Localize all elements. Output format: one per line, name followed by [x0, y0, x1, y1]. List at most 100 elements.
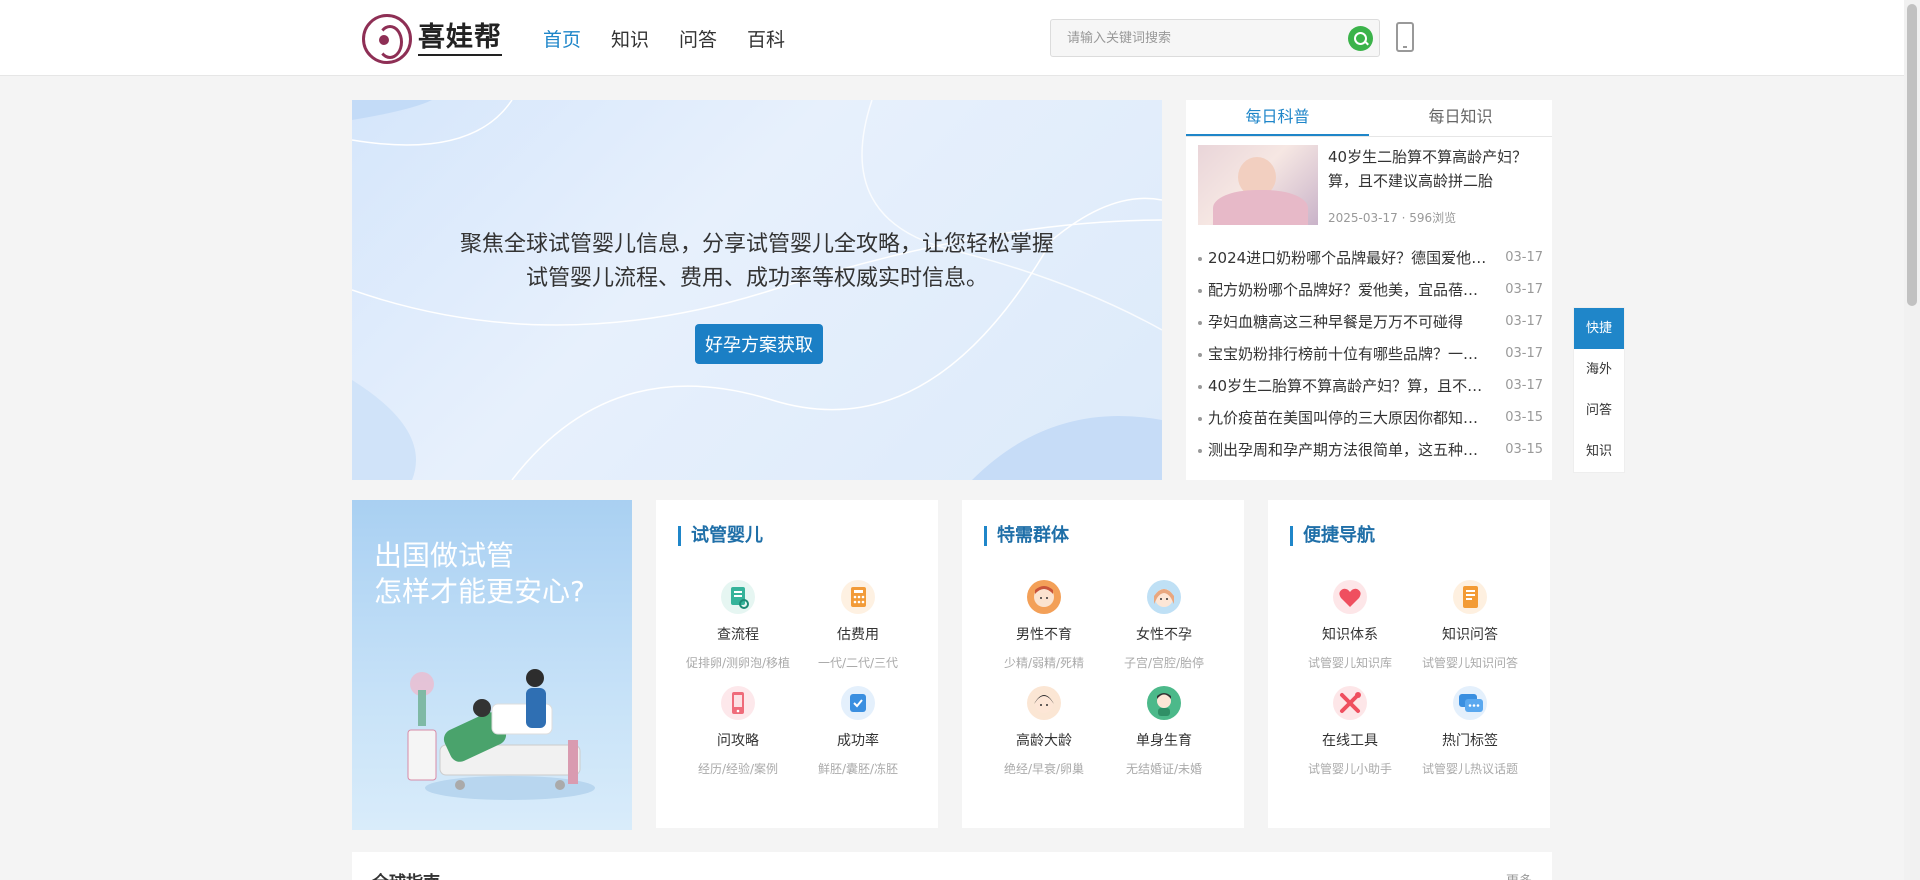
search-icon[interactable] — [1348, 26, 1373, 51]
daily-tabs: 每日科普 每日知识 — [1186, 100, 1552, 137]
section-title: 全球指南 — [372, 868, 440, 880]
featured-article-title[interactable]: 40岁生二胎算不算高龄产妇？算，且不建议高龄拼二胎 — [1328, 145, 1548, 193]
grid-item-female-infertility[interactable]: 女性不孕 子宫/宫腔/胎停 — [1104, 580, 1224, 672]
featured-article-date: 2025-03-17 — [1328, 211, 1398, 225]
quick-nav-overseas[interactable]: 海外 — [1574, 349, 1624, 390]
card-grid: 查流程 促排卵/测卵泡/移植 估费用 一代/二代/三代 问攻略 经历/经验/案例… — [678, 580, 918, 778]
grid-item-name: 热门标签 — [1442, 733, 1498, 749]
single-avatar-icon — [1147, 686, 1181, 720]
grid-item-sub: 绝经/早衰/卵巢 — [1003, 762, 1085, 776]
list-item-title[interactable]: 2024进口奶粉哪个品牌最好？德国爱他美、美赞臣 — [1208, 242, 1488, 274]
grid-item-sub: 一代/二代/三代 — [817, 656, 899, 670]
tools-icon — [1333, 686, 1367, 720]
list-item-title[interactable]: 测出孕周和孕产期方法很简单，这五种方法要收藏 — [1208, 434, 1488, 466]
grid-item-single-parenting[interactable]: 单身生育 无结婚证/未婚 — [1104, 686, 1224, 778]
grid-item-hot-tags[interactable]: 热门标签 试管婴儿热议话题 — [1410, 686, 1530, 778]
quick-nav-shortcut[interactable]: 快捷 — [1574, 308, 1624, 349]
hero-headline: 聚焦全球试管婴儿信息，分享试管婴儿全攻略，让您轻松掌握 试管婴儿流程、费用、成功… — [352, 228, 1162, 296]
grid-item-sub: 少精/弱精/死精 — [1003, 656, 1085, 670]
list-item[interactable]: 宝宝奶粉排行榜前十位有哪些品牌？一起来看看 03-17 — [1198, 338, 1543, 370]
nav-qa[interactable]: 问答 — [679, 25, 717, 52]
list-item-date: 03-15 — [1505, 442, 1543, 457]
list-item-title[interactable]: 配方奶粉哪个品牌好？爱他美，宜品蓓康僖等 — [1208, 274, 1488, 306]
grid-item-name: 单身生育 — [1136, 733, 1192, 749]
card-ivf: 试管婴儿 查流程 促排卵/测卵泡/移植 估费用 一代/二代/三代 问攻略 经历/… — [656, 500, 938, 828]
promo-title: 出国做试管 怎样才能更安心? — [374, 538, 585, 610]
list-item[interactable]: 配方奶粉哪个品牌好？爱他美，宜品蓓康僖等 03-17 — [1198, 274, 1543, 306]
list-item[interactable]: 2024进口奶粉哪个品牌最好？德国爱他美、美赞臣 03-17 — [1198, 242, 1543, 274]
grid-item-name: 在线工具 — [1322, 733, 1378, 749]
female-avatar-icon — [1147, 580, 1181, 614]
card-title: 便捷导航 — [1290, 526, 1375, 546]
daily-panel: 每日科普 每日知识 40岁生二胎算不算高龄产妇？算，且不建议高龄拼二胎 2025… — [1186, 100, 1552, 480]
hero-line-2: 试管婴儿流程、费用、成功率等权威实时信息。 — [525, 266, 988, 291]
featured-article[interactable]: 40岁生二胎算不算高龄产妇？算，且不建议高龄拼二胎 2025-03-17 · 5… — [1198, 145, 1548, 225]
grid-item-sub: 无结婚证/未婚 — [1125, 762, 1203, 776]
list-item-title[interactable]: 九价疫苗在美国叫停的三大原因你都知道吗 — [1208, 402, 1488, 434]
grid-item-name: 男性不育 — [1016, 627, 1072, 643]
global-guide-section: 全球指南 更多 — [352, 852, 1552, 880]
grid-item-advanced-age[interactable]: 高龄大龄 绝经/早衰/卵巢 — [984, 686, 1104, 778]
overseas-ivf-promo[interactable]: 出国做试管 怎样才能更安心? — [352, 500, 632, 830]
list-item-date: 03-17 — [1505, 346, 1543, 361]
card-title: 试管婴儿 — [678, 526, 763, 546]
grid-item-sub: 经历/经验/案例 — [697, 762, 779, 776]
quick-side-nav: 快捷 海外 问答 知识 — [1573, 307, 1625, 473]
featured-article-views: 596浏览 — [1409, 211, 1457, 225]
male-avatar-icon — [1027, 580, 1061, 614]
list-item[interactable]: 40岁生二胎算不算高龄产妇？算，且不建议高龄拼二胎 03-17 — [1198, 370, 1543, 402]
page-scrollbar[interactable] — [1904, 0, 1920, 880]
promo-line-2: 怎样才能更安心? — [374, 575, 585, 608]
hero-banner: 聚焦全球试管婴儿信息，分享试管婴儿全攻略，让您轻松掌握 试管婴儿流程、费用、成功… — [352, 100, 1162, 480]
list-item[interactable]: 孕妇血糖高这三种早餐是万万不可碰得 03-17 — [1198, 306, 1543, 338]
grid-item-name: 女性不孕 — [1136, 627, 1192, 643]
card-grid: 知识体系 试管婴儿知识库 知识问答 试管婴儿知识问答 在线工具 试管婴儿小助手 … — [1290, 580, 1530, 778]
main-nav: 首页 知识 问答 百科 — [543, 0, 815, 76]
card-quick-navigation: 便捷导航 知识体系 试管婴儿知识库 知识问答 试管婴儿知识问答 在线工具 试管婴… — [1268, 500, 1550, 828]
heart-book-icon — [1333, 580, 1367, 614]
grid-item-sub: 试管婴儿知识库 — [1307, 656, 1392, 670]
list-item[interactable]: 九价疫苗在美国叫停的三大原因你都知道吗 03-15 — [1198, 402, 1543, 434]
list-item[interactable]: 测出孕周和孕产期方法很简单，这五种方法要收藏 03-15 — [1198, 434, 1543, 466]
success-shield-icon — [841, 686, 875, 720]
grid-item-name: 估费用 — [837, 627, 879, 643]
featured-article-meta: 2025-03-17 · 596浏览 — [1328, 209, 1456, 226]
grid-item-male-infertility[interactable]: 男性不育 少精/弱精/死精 — [984, 580, 1104, 672]
card-grid: 男性不育 少精/弱精/死精 女性不孕 子宫/宫腔/胎停 高龄大龄 绝经/早衰/卵… — [984, 580, 1224, 778]
grid-item-cost[interactable]: 估费用 一代/二代/三代 — [798, 580, 918, 672]
grid-item-online-tools[interactable]: 在线工具 试管婴儿小助手 — [1290, 686, 1410, 778]
grid-item-knowledge-qa[interactable]: 知识问答 试管婴儿知识问答 — [1410, 580, 1530, 672]
site-logo[interactable]: 喜娃帮 — [362, 14, 502, 64]
search-input[interactable] — [1051, 20, 1331, 56]
more-link[interactable]: 更多 — [1506, 870, 1532, 880]
nav-knowledge[interactable]: 知识 — [611, 25, 649, 52]
quick-nav-qa[interactable]: 问答 — [1574, 390, 1624, 431]
scrollbar-thumb[interactable] — [1907, 4, 1917, 306]
grid-item-sub: 试管婴儿小助手 — [1307, 762, 1392, 776]
grid-item-process[interactable]: 查流程 促排卵/测卵泡/移植 — [678, 580, 798, 672]
grid-item-knowledge-system[interactable]: 知识体系 试管婴儿知识库 — [1290, 580, 1410, 672]
hero-line-1: 聚焦全球试管婴儿信息，分享试管婴儿全攻略，让您轻松掌握 — [459, 232, 1054, 257]
list-item-title[interactable]: 孕妇血糖高这三种早餐是万万不可碰得 — [1208, 306, 1488, 338]
tab-daily-knowledge[interactable]: 每日知识 — [1369, 100, 1552, 136]
featured-article-image[interactable] — [1198, 145, 1318, 225]
chat-tags-icon — [1453, 686, 1487, 720]
nav-home[interactable]: 首页 — [543, 25, 581, 52]
list-item-title[interactable]: 宝宝奶粉排行榜前十位有哪些品牌？一起来看看 — [1208, 338, 1488, 370]
grid-item-sub: 试管婴儿知识问答 — [1421, 656, 1518, 670]
nav-encyclopedia[interactable]: 百科 — [747, 25, 785, 52]
grid-item-sub: 促排卵/测卵泡/移植 — [685, 656, 791, 670]
list-item-title[interactable]: 40岁生二胎算不算高龄产妇？算，且不建议高龄拼二胎 — [1208, 370, 1488, 402]
list-item-date: 03-15 — [1505, 410, 1543, 425]
get-plan-button[interactable]: 好孕方案获取 — [695, 324, 823, 364]
flow-doc-icon — [721, 580, 755, 614]
mobile-phone-icon[interactable] — [1396, 22, 1414, 52]
tab-daily-science[interactable]: 每日科普 — [1186, 100, 1369, 136]
grid-item-name: 知识体系 — [1322, 627, 1378, 643]
notebook-icon — [1453, 580, 1487, 614]
quick-nav-knowledge[interactable]: 知识 — [1574, 431, 1624, 472]
grid-item-success-rate[interactable]: 成功率 鲜胚/囊胚/冻胚 — [798, 686, 918, 778]
grid-item-guide[interactable]: 问攻略 经历/经验/案例 — [678, 686, 798, 778]
card-title: 特需群体 — [984, 526, 1069, 546]
senior-avatar-icon — [1027, 686, 1061, 720]
